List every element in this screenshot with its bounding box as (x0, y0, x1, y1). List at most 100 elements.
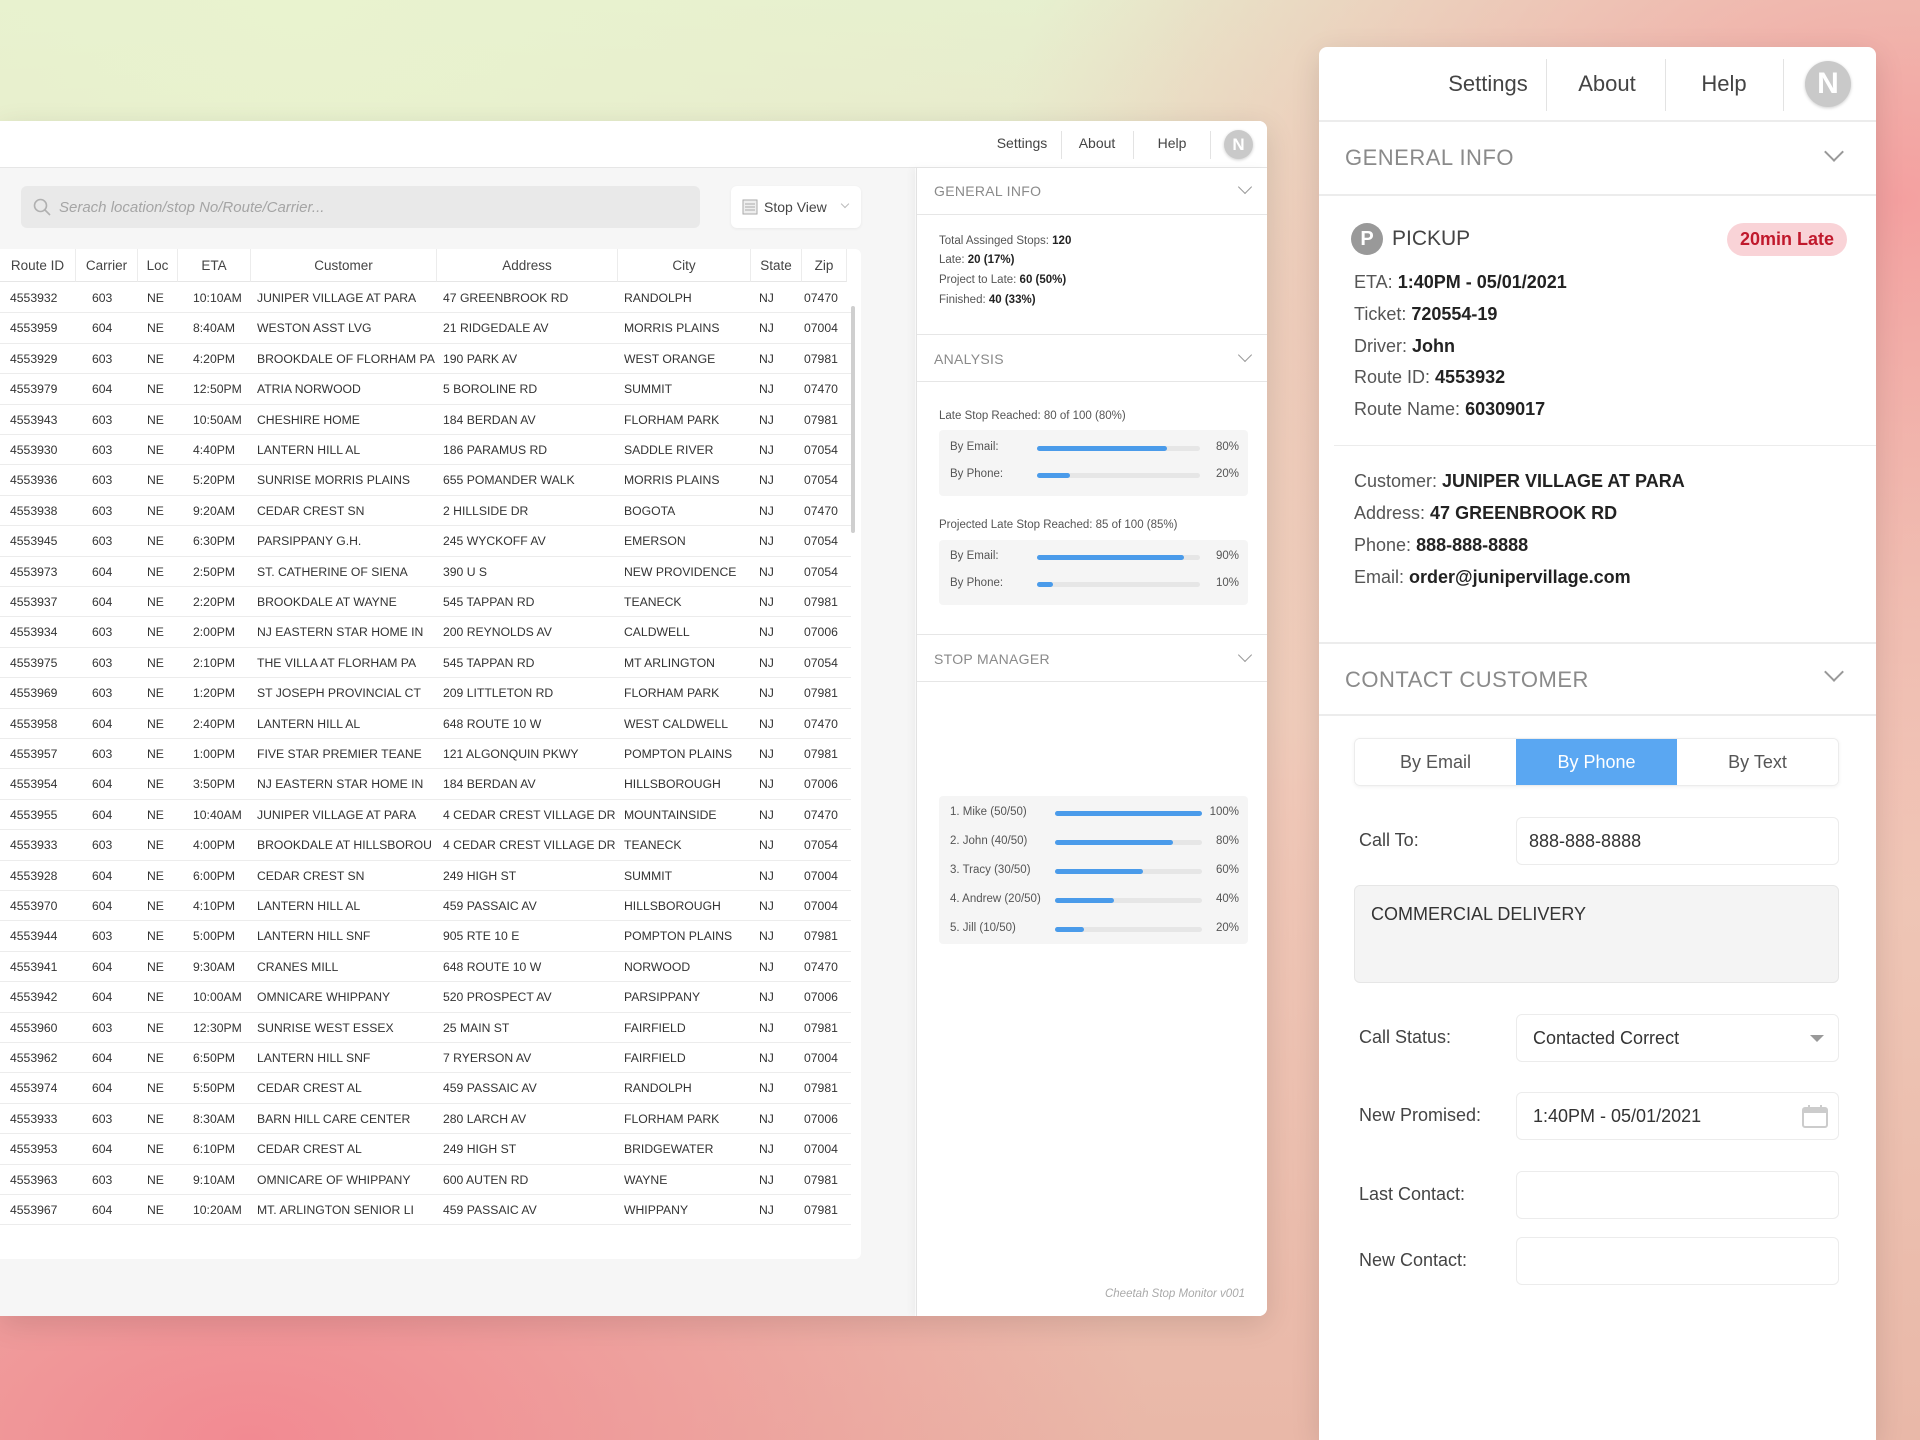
cell-carrier: 603 (92, 625, 113, 640)
chevron-down-icon[interactable] (1824, 142, 1844, 162)
general-info-header[interactable]: GENERAL INFO (1319, 122, 1876, 196)
table-row[interactable]: 4553942 604 NE 10:00AM OMNICARE WHIPPANY 520 … (0, 982, 851, 1013)
table-row[interactable]: 4553953 604 NE 6:10PM CEDAR CREST AL 249 HIGH… (0, 1134, 851, 1165)
monitor-bar-percent: 60% (1215, 864, 1239, 876)
cell-city: BOGOTA (624, 503, 676, 518)
table-row[interactable]: 4553973 604 NE 2:50PM ST. CATHERINE OF SIENA… (0, 557, 851, 587)
cell-route-id: 4553967 (10, 1203, 58, 1217)
cell-customer: BROOKDALE OF FLORHAM PA (257, 351, 435, 366)
column-header-state[interactable]: State (751, 249, 802, 282)
table-scrollbar[interactable] (851, 306, 855, 533)
cell-customer: LANTERN HILL AL (257, 899, 361, 913)
cell-carrier: 604 (92, 321, 113, 336)
cell-state: NJ (759, 564, 774, 579)
column-header-address[interactable]: Address (437, 249, 618, 282)
table-row[interactable]: 4553944 603 NE 5:00PM LANTERN HILL SNF 905 RT… (0, 921, 851, 952)
column-header-carrier[interactable]: Carrier (76, 249, 138, 282)
table-row[interactable]: 4553969 603 NE 1:20PM ST JOSEPH PROVINCIAL C… (0, 678, 851, 709)
cell-eta: 2:20PM (193, 595, 236, 609)
table-row[interactable]: 4553955 604 NE 10:40AM JUNIPER VILLAGE AT PA… (0, 800, 851, 831)
table-row[interactable]: 4553954 604 NE 3:50PM NJ EASTERN STAR HOME I… (0, 769, 851, 800)
nav-divider (1133, 131, 1134, 159)
table-row[interactable]: 4553941 604 NE 9:30AM CRANES MILL 648 ROUTE 1… (0, 952, 851, 983)
general-info-header[interactable]: GENERAL INFO (917, 168, 1267, 215)
cell-carrier: 603 (92, 1172, 113, 1187)
nav-help[interactable]: Help (1701, 71, 1746, 97)
last-contact-input[interactable] (1516, 1171, 1839, 1219)
table-row[interactable]: 4553967 604 NE 10:20AM MT. ARLINGTON SENIOR … (0, 1195, 851, 1226)
new-contact-input[interactable] (1516, 1237, 1839, 1285)
table-row[interactable]: 4553979 604 NE 12:50PM ATRIA NORWOOD 5 BOROLI… (0, 374, 851, 405)
column-header-customer[interactable]: Customer (251, 249, 437, 282)
table-row[interactable]: 4553962 604 NE 6:50PM LANTERN HILL SNF 7 RYER… (0, 1043, 851, 1074)
chevron-down-icon[interactable] (1237, 647, 1253, 663)
table-row[interactable]: 4553957 603 NE 1:00PM FIVE STAR PREMIER TEAN… (0, 739, 851, 770)
table-row[interactable]: 4553974 604 NE 5:50PM CEDAR CREST AL 459 PASS… (0, 1073, 851, 1104)
column-header-zip[interactable]: Zip (802, 249, 847, 282)
table-row[interactable]: 4553929 603 NE 4:20PM BROOKDALE OF FLORHAM P… (0, 344, 851, 375)
new-promised-input[interactable]: 1:40PM - 05/01/2021 (1516, 1092, 1839, 1140)
table-row[interactable]: 4553933 603 NE 4:00PM BROOKDALE AT HILLSBORO… (0, 830, 851, 861)
analysis-header[interactable]: ANALYSIS (917, 334, 1267, 382)
cell-route-id: 4553936 (10, 473, 58, 488)
cell-zip: 07004 (804, 868, 838, 883)
note-textarea[interactable]: COMMERCIAL DELIVERY (1354, 885, 1839, 983)
cell-loc: NE (147, 686, 164, 701)
progress-bar-label: By Email: (950, 441, 999, 453)
column-header-city[interactable]: City (618, 249, 751, 282)
cell-address: 545 TAPPAN RD (443, 595, 535, 609)
nav-divider (1783, 59, 1784, 111)
table-row[interactable]: 4553945 603 NE 6:30PM PARSIPPANY G.H. 245 WYC… (0, 526, 851, 557)
tab-by-email[interactable]: By Email (1355, 739, 1516, 785)
call-to-input[interactable]: 888-888-8888 (1516, 817, 1839, 865)
search-input[interactable]: Serach location/stop No/Route/Carrier... (21, 186, 700, 228)
cell-zip: 07981 (804, 595, 838, 609)
contact-customer-header[interactable]: CONTACT CUSTOMER (1319, 642, 1876, 716)
chevron-down-icon[interactable] (1824, 662, 1844, 682)
table-row[interactable]: 4553960 603 NE 12:30PM SUNRISE WEST ESSEX 25 … (0, 1013, 851, 1043)
table-row[interactable]: 4553937 604 NE 2:20PM BROOKDALE AT WAYNE 545 … (0, 587, 851, 618)
table-row[interactable]: 4553930 603 NE 4:40PM LANTERN HILL AL 186 PAR… (0, 435, 851, 466)
table-row[interactable]: 4553928 604 NE 6:00PM CEDAR CREST SN 249 HIGH… (0, 861, 851, 891)
tab-by-text[interactable]: By Text (1677, 739, 1838, 785)
nav-help[interactable]: Help (1158, 135, 1187, 151)
table-row[interactable]: 4553963 603 NE 9:10AM OMNICARE OF WHIPPANY 60… (0, 1165, 851, 1195)
detail-line-label: Route ID: (1354, 367, 1436, 387)
table-row[interactable]: 4553938 603 NE 9:20AM CEDAR CREST SN 2 HILLSI… (0, 496, 851, 527)
column-header-loc[interactable]: Loc (138, 249, 178, 282)
cell-customer: OMNICARE WHIPPANY (257, 990, 391, 1005)
tab-by-phone[interactable]: By Phone (1516, 739, 1677, 785)
cell-carrier: 604 (92, 382, 113, 397)
call-status-select[interactable]: Contacted Correct (1516, 1014, 1839, 1062)
cell-carrier: 604 (92, 1081, 113, 1096)
table-row[interactable]: 4553932 603 NE 10:10AM JUNIPER VILLAGE AT PA… (0, 283, 851, 314)
table-row[interactable]: 4553934 603 NE 2:00PM NJ EASTERN STAR HOME I… (0, 617, 851, 648)
cell-route-id: 4553938 (10, 503, 58, 518)
column-header-eta[interactable]: ETA (178, 249, 251, 282)
table-row[interactable]: 4553975 603 NE 2:10PM THE VILLA AT FLORHAM P… (0, 648, 851, 679)
calendar-icon[interactable] (1802, 1104, 1828, 1128)
stat-line-value: 20 (17%) (967, 254, 1015, 266)
table-row[interactable]: 4553959 604 NE 8:40AM WESTON ASST LVG 21 RIDG… (0, 313, 851, 344)
view-select[interactable]: Stop View (731, 186, 861, 228)
column-header-route-id[interactable]: Route ID (0, 249, 76, 282)
table-row[interactable]: 4553943 603 NE 10:50AM CHESHIRE HOME 184 BERD… (0, 405, 851, 435)
cell-carrier: 604 (92, 1203, 113, 1217)
chevron-down-icon[interactable] (1237, 179, 1253, 195)
table-row[interactable]: 4553933 603 NE 8:30AM BARN HILL CARE CENTER 2… (0, 1104, 851, 1135)
cell-zip: 07981 (804, 1203, 838, 1217)
chevron-down-icon[interactable] (1237, 347, 1253, 363)
table-row[interactable]: 4553970 604 NE 4:10PM LANTERN HILL AL 459 PAS… (0, 891, 851, 922)
nav-settings[interactable]: Settings (1448, 71, 1528, 97)
avatar[interactable]: N (1224, 130, 1253, 159)
table-row[interactable]: 4553958 604 NE 2:40PM LANTERN HILL AL 648 ROU… (0, 709, 851, 739)
stop-manager-header[interactable]: STOP MANAGER (917, 634, 1267, 682)
nav-about[interactable]: About (1578, 71, 1636, 97)
nav-settings[interactable]: Settings (997, 135, 1048, 151)
cell-zip: 07054 (804, 838, 838, 853)
table-row[interactable]: 4553936 603 NE 5:20PM SUNRISE MORRIS PLAINS 6… (0, 465, 851, 496)
nav-about[interactable]: About (1079, 135, 1116, 151)
avatar[interactable]: N (1805, 61, 1851, 107)
cell-city: EMERSON (624, 534, 686, 549)
cell-address: 21 RIDGEDALE AV (443, 321, 549, 336)
